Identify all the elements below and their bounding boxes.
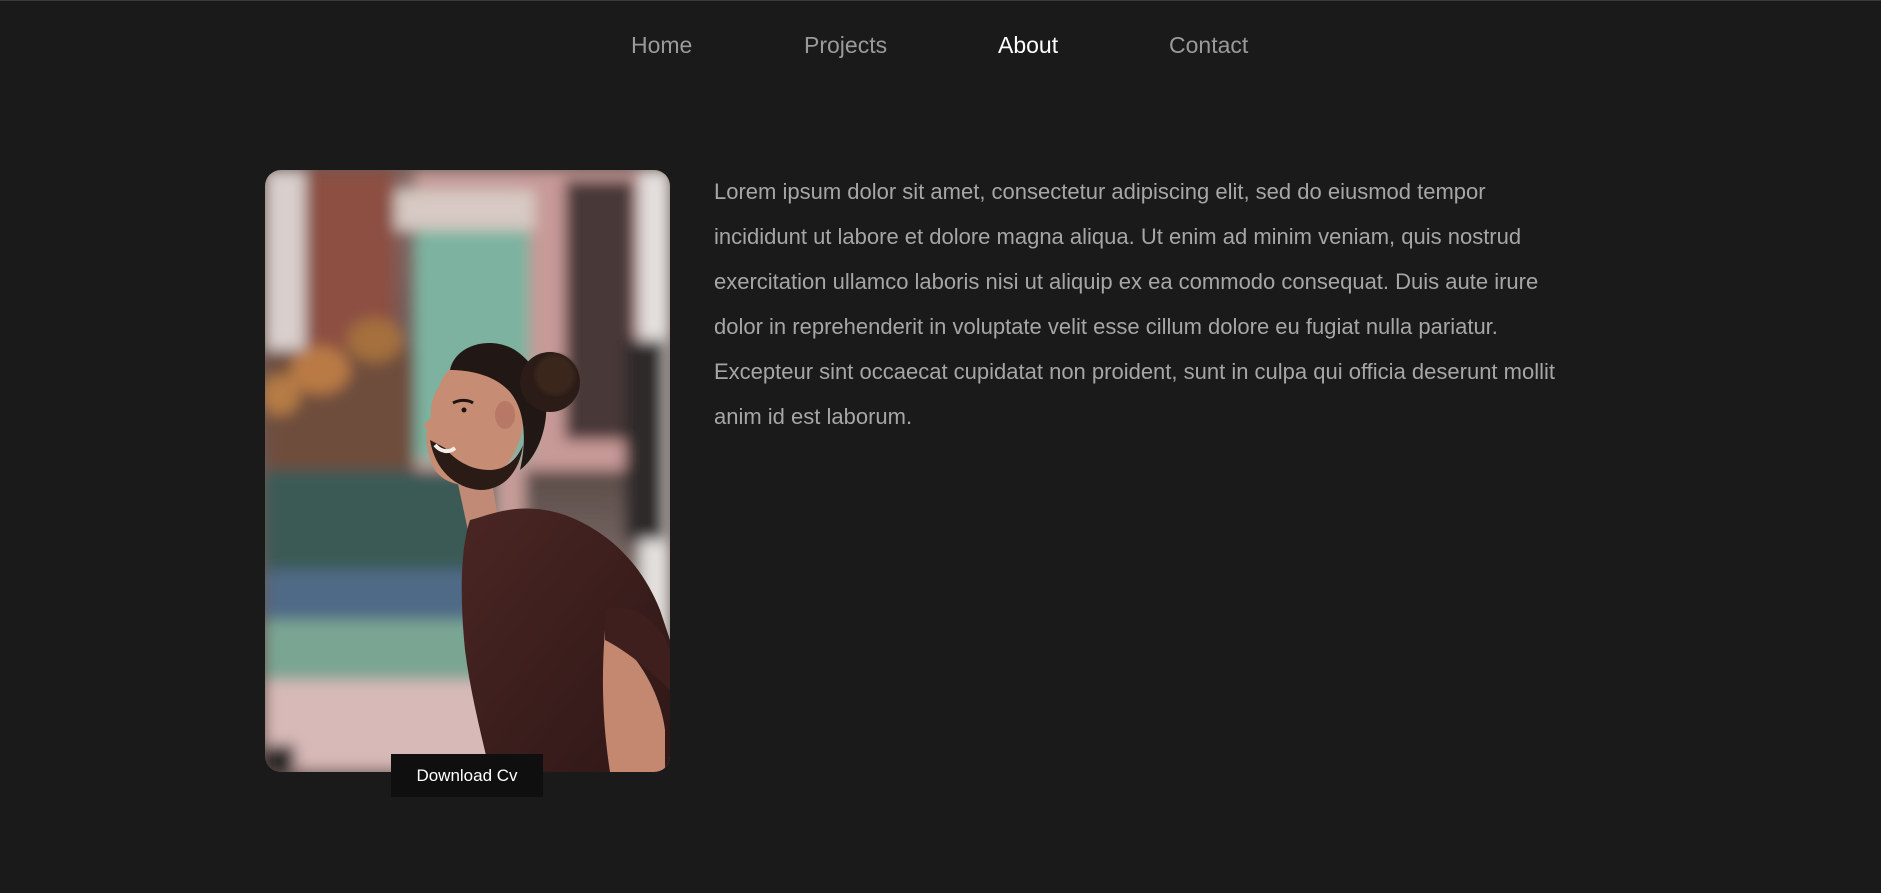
nav-contact-link[interactable]: Contact: [1169, 30, 1248, 60]
main-nav: Home Projects About Contact: [0, 30, 1881, 62]
about-text-line: dolor in reprehenderit in voluptate veli…: [714, 314, 1498, 339]
about-text-line: anim id est laborum.: [714, 404, 913, 429]
profile-photo: [265, 170, 670, 772]
nav-projects-link[interactable]: Projects: [804, 30, 887, 60]
about-text-line: Lorem ipsum dolor sit amet, consectetur …: [714, 179, 1486, 204]
nav-about-link[interactable]: About: [998, 30, 1058, 60]
about-text-line: Excepteur sint occaecat cupidatat non pr…: [714, 359, 1555, 384]
about-text-line: incididunt ut labore et dolore magna ali…: [714, 224, 1522, 249]
about-paragraph: Lorem ipsum dolor sit amet, consectetur …: [714, 169, 1604, 439]
top-border: [0, 0, 1881, 1]
about-text-line: exercitation ullamco laboris nisi ut ali…: [714, 269, 1539, 294]
nav-home-link[interactable]: Home: [631, 30, 692, 60]
download-cv-button[interactable]: Download Cv: [391, 754, 543, 797]
